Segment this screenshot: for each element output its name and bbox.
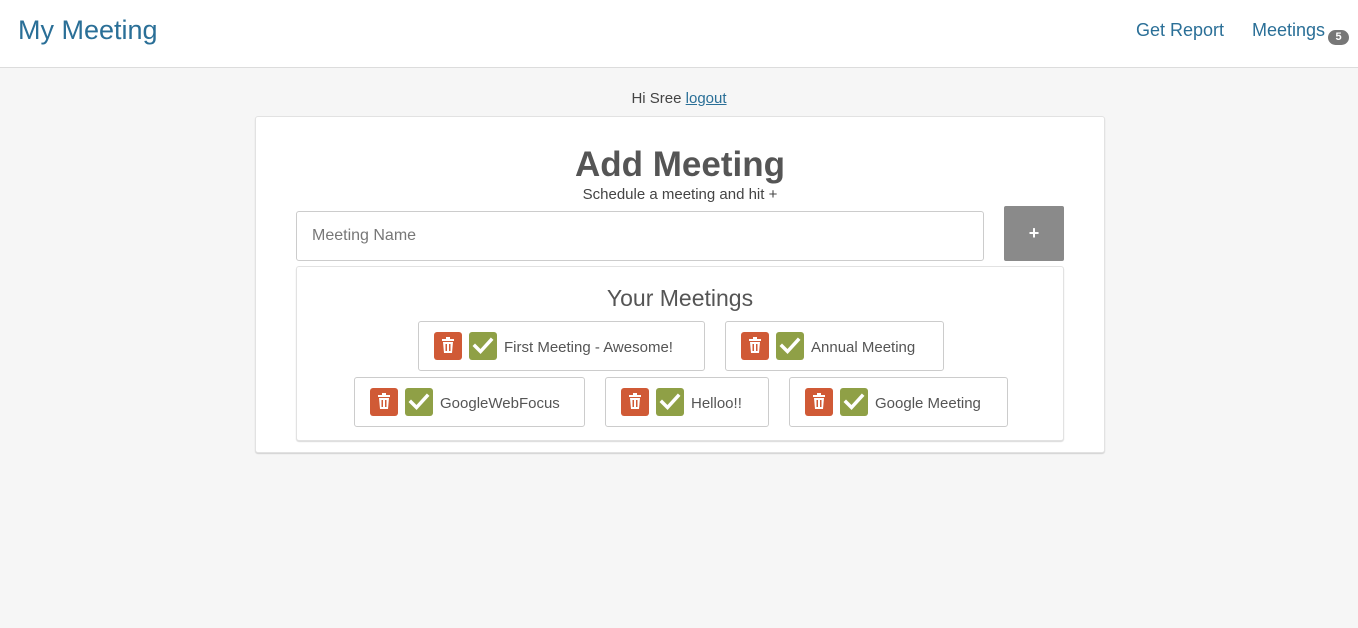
check-icon[interactable] bbox=[405, 388, 433, 416]
meeting-name-input[interactable] bbox=[296, 211, 984, 261]
check-icon[interactable] bbox=[840, 388, 868, 416]
add-meeting-card: Add Meeting Schedule a meeting and hit +… bbox=[255, 116, 1105, 453]
check-icon[interactable] bbox=[656, 388, 684, 416]
greeting-text: Hi Sree bbox=[631, 90, 682, 107]
meeting-name: Google Meeting bbox=[875, 395, 981, 412]
trash-icon[interactable] bbox=[805, 388, 833, 416]
check-icon[interactable] bbox=[469, 332, 497, 360]
add-meeting-button[interactable]: + bbox=[1004, 206, 1064, 261]
meeting-item: GoogleWebFocus bbox=[354, 377, 585, 427]
navbar: My Meeting Get Report Meetings 5 bbox=[0, 0, 1358, 68]
add-meeting-title: Add Meeting bbox=[575, 145, 785, 184]
meeting-name: First Meeting - Awesome! bbox=[504, 339, 673, 356]
trash-icon[interactable] bbox=[434, 332, 462, 360]
trash-icon[interactable] bbox=[370, 388, 398, 416]
brand-title[interactable]: My Meeting bbox=[18, 15, 158, 46]
meeting-item: Helloo!! bbox=[605, 377, 769, 427]
meeting-name: Helloo!! bbox=[691, 395, 742, 412]
greeting: Hi Sree logout bbox=[0, 90, 1358, 107]
add-meeting-subtitle: Schedule a meeting and hit + bbox=[582, 186, 778, 203]
meeting-item: Google Meeting bbox=[789, 377, 1008, 427]
meetings-link[interactable]: Meetings 5 bbox=[1252, 20, 1350, 45]
meetings-link-label: Meetings bbox=[1252, 20, 1326, 40]
trash-icon[interactable] bbox=[741, 332, 769, 360]
meeting-item: Annual Meeting bbox=[725, 321, 944, 371]
meeting-name: GoogleWebFocus bbox=[440, 395, 560, 412]
meeting-item: First Meeting - Awesome! bbox=[418, 321, 705, 371]
check-icon[interactable] bbox=[776, 332, 804, 360]
logout-link[interactable]: logout bbox=[686, 90, 727, 107]
trash-icon[interactable] bbox=[621, 388, 649, 416]
meetings-count-badge: 5 bbox=[1328, 30, 1350, 45]
meetings-list-panel: Your Meetings First Meeting - Awesome! A… bbox=[296, 266, 1064, 441]
meeting-name: Annual Meeting bbox=[811, 339, 916, 356]
get-report-link[interactable]: Get Report bbox=[1136, 20, 1224, 41]
meetings-list-title: Your Meetings bbox=[606, 285, 754, 311]
